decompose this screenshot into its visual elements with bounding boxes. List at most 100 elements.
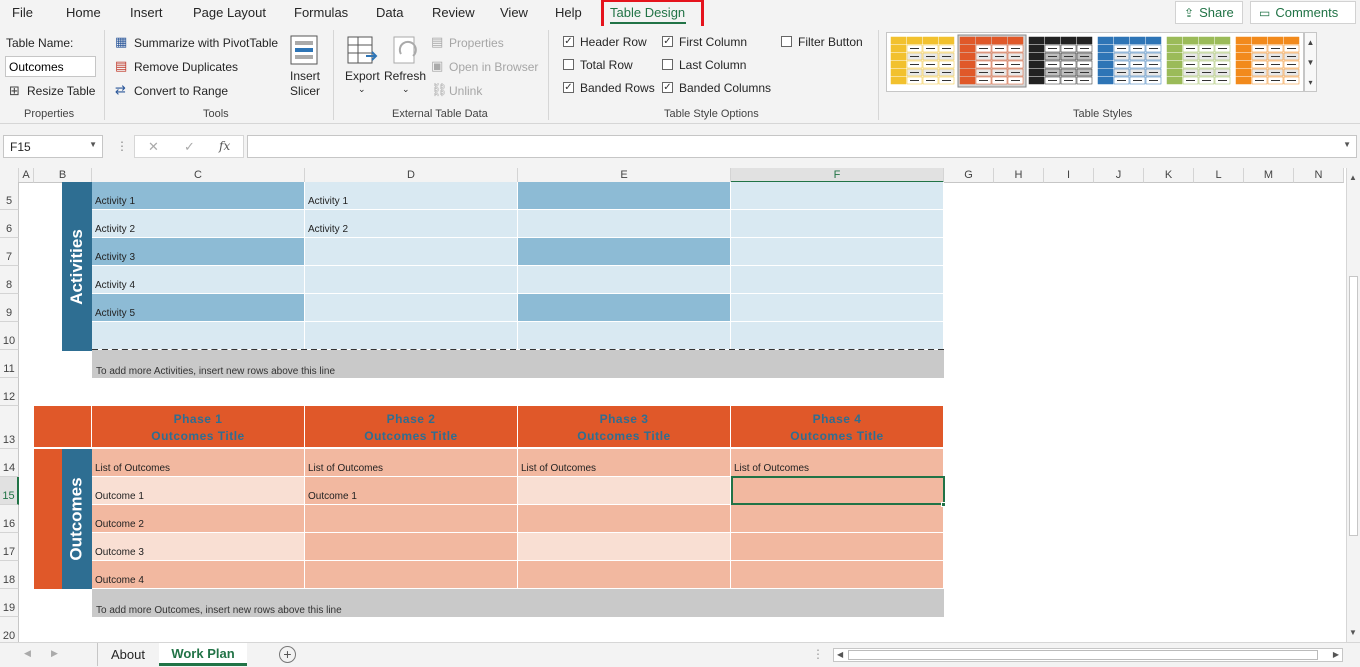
enter-icon[interactable]: ✓ (184, 139, 195, 155)
outcome-cell-f14[interactable]: List of Outcomes (731, 449, 944, 477)
row-header-6[interactable]: 6 (0, 210, 19, 238)
chevron-down-icon[interactable]: ▼ (89, 140, 97, 149)
activity-cell-c8[interactable]: Activity 4 (92, 266, 305, 294)
activity-cell-f8[interactable] (731, 266, 944, 294)
outcome-cell-d17[interactable] (305, 533, 518, 561)
activity-cell-c6[interactable]: Activity 2 (92, 210, 305, 238)
outcome-cell-f17[interactable] (731, 533, 944, 561)
outcome-cell-f16[interactable] (731, 505, 944, 533)
expand-formula-icon[interactable]: ▼ (1343, 140, 1351, 149)
activity-cell-e5[interactable] (518, 182, 731, 210)
column-header-h[interactable]: H (994, 168, 1044, 183)
gallery-scroll[interactable]: ▲ ▼ ▾ (1304, 32, 1317, 92)
comments-button[interactable]: ▭ Comments (1250, 1, 1356, 24)
outcome-cell-c18[interactable]: Outcome 4 (92, 561, 305, 589)
gallery-more-icon[interactable]: ▾ (1305, 73, 1316, 93)
column-header-d[interactable]: D (305, 168, 518, 183)
tab-help[interactable]: Help (555, 5, 582, 20)
activity-cell-f9[interactable] (731, 294, 944, 322)
export-button[interactable]: Export ⌄ (343, 32, 381, 104)
vertical-scroll-thumb[interactable] (1349, 276, 1358, 536)
activity-cell-e7[interactable] (518, 238, 731, 266)
row-header-16[interactable]: 16 (0, 505, 19, 533)
row-header-12[interactable]: 12 (0, 378, 19, 406)
outcome-cell-c15[interactable]: Outcome 1 (92, 477, 305, 505)
name-box[interactable]: F15 ▼ (3, 135, 103, 158)
outcome-cell-d18[interactable] (305, 561, 518, 589)
activity-cell-f7[interactable] (731, 238, 944, 266)
row-header-13[interactable]: 13 (0, 406, 19, 449)
table-style-swatch[interactable] (1028, 36, 1093, 85)
activity-cell-e10[interactable] (518, 322, 731, 350)
column-header-k[interactable]: K (1144, 168, 1194, 183)
vertical-scrollbar[interactable]: ▲ ▼ (1346, 168, 1360, 642)
header-row-checkbox[interactable]: ✓ (563, 36, 574, 47)
last-column-checkbox[interactable] (662, 59, 673, 70)
row-header-18[interactable]: 18 (0, 561, 19, 589)
row-header-14[interactable]: 14 (0, 449, 19, 477)
horizontal-scrollbar[interactable]: ◀ ▶ (833, 648, 1343, 662)
column-header-j[interactable]: J (1094, 168, 1144, 183)
column-header-l[interactable]: L (1194, 168, 1244, 183)
outcome-cell-d14[interactable]: List of Outcomes (305, 449, 518, 477)
activity-cell-d5[interactable]: Activity 1 (305, 182, 518, 210)
phase-3-header[interactable]: Phase 3 Outcomes Title (518, 406, 731, 447)
row-header-9[interactable]: 9 (0, 294, 19, 322)
activity-cell-d7[interactable] (305, 238, 518, 266)
table-style-swatch[interactable] (1235, 36, 1300, 85)
table-style-swatch[interactable] (1166, 36, 1231, 85)
table-style-swatch[interactable] (1097, 36, 1162, 85)
tab-insert[interactable]: Insert (130, 5, 163, 20)
table-styles-swatches[interactable] (887, 33, 1305, 93)
activity-cell-d10[interactable] (305, 322, 518, 350)
next-sheet-icon[interactable]: ▶ (51, 648, 58, 659)
row-header-8[interactable]: 8 (0, 266, 19, 294)
filter-button-checkbox[interactable] (781, 36, 792, 47)
total-row-checkbox[interactable] (563, 59, 574, 70)
row-header-20[interactable]: 20 (0, 617, 19, 642)
scroll-up-icon[interactable]: ▲ (1349, 173, 1357, 182)
row-header-7[interactable]: 7 (0, 238, 19, 266)
selected-cell-f15[interactable] (731, 476, 945, 505)
tab-review[interactable]: Review (432, 5, 475, 20)
activity-cell-c10[interactable] (92, 322, 305, 350)
horizontal-scroll-thumb[interactable] (848, 650, 1318, 660)
tab-formulas[interactable]: Formulas (294, 5, 348, 20)
row-header-10[interactable]: 10 (0, 322, 19, 350)
sheet-tab-work-plan[interactable]: Work Plan (159, 643, 247, 666)
scroll-down-icon[interactable]: ▼ (1349, 628, 1357, 637)
scroll-right-icon[interactable]: ▶ (1333, 650, 1339, 659)
phase-4-header[interactable]: Phase 4 Outcomes Title (731, 406, 944, 447)
activity-cell-f6[interactable] (731, 210, 944, 238)
column-header-e[interactable]: E (518, 168, 731, 183)
activity-cell-c5[interactable]: Activity 1 (92, 182, 305, 210)
sheet-tab-about[interactable]: About (99, 643, 157, 666)
cancel-icon[interactable]: ✕ (148, 139, 159, 155)
banded-rows-checkbox[interactable]: ✓ (563, 82, 574, 93)
fill-handle[interactable] (941, 502, 946, 507)
tab-view[interactable]: View (500, 5, 528, 20)
chevron-down-icon[interactable]: ▼ (1305, 53, 1316, 73)
activity-cell-c7[interactable]: Activity 3 (92, 238, 305, 266)
add-sheet-button[interactable]: + (279, 646, 296, 663)
outcome-cell-c16[interactable]: Outcome 2 (92, 505, 305, 533)
outcome-cell-c17[interactable]: Outcome 3 (92, 533, 305, 561)
chevron-up-icon[interactable]: ▲ (1305, 33, 1316, 53)
row-header-17[interactable]: 17 (0, 533, 19, 561)
previous-sheet-icon[interactable]: ◀ (24, 648, 31, 659)
scroll-left-icon[interactable]: ◀ (837, 650, 843, 659)
outcome-cell-e14[interactable]: List of Outcomes (518, 449, 731, 477)
activity-cell-f5[interactable] (731, 182, 944, 210)
table-style-swatch[interactable] (957, 34, 1027, 88)
share-button[interactable]: ⇪ Share (1175, 1, 1243, 24)
column-header-n[interactable]: N (1294, 168, 1344, 183)
outcome-cell-e18[interactable] (518, 561, 731, 589)
outcome-cell-e15[interactable] (518, 477, 731, 505)
outcome-cell-f18[interactable] (731, 561, 944, 589)
refresh-button[interactable]: Refresh ⌄ (383, 32, 427, 104)
column-header-f[interactable]: F (731, 168, 944, 183)
activity-cell-e9[interactable] (518, 294, 731, 322)
insert-function-icon[interactable]: fx (219, 139, 230, 153)
phase-2-header[interactable]: Phase 2 Outcomes Title (305, 406, 518, 447)
tab-home[interactable]: Home (66, 5, 101, 20)
